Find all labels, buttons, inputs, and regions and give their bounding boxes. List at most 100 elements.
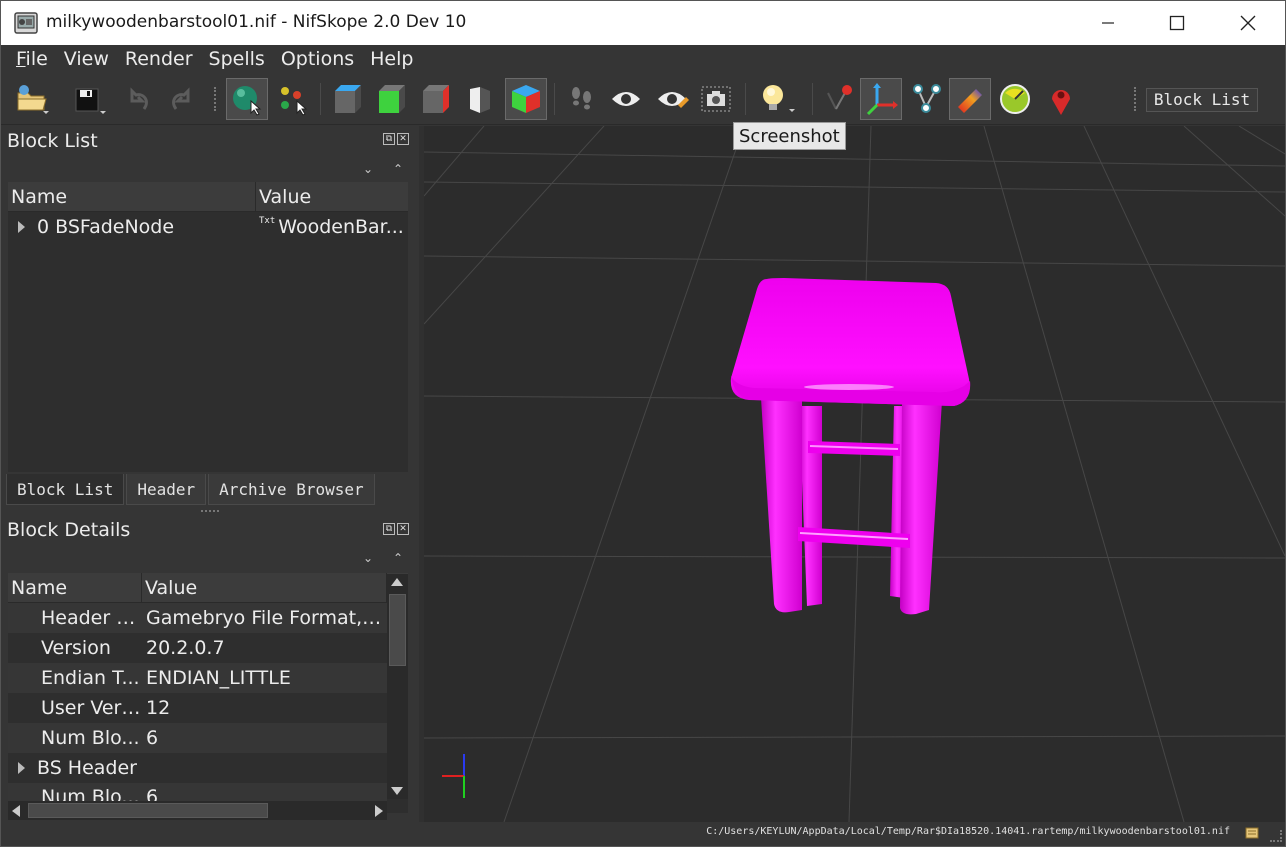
- float-dock-button[interactable]: ⧉: [383, 523, 395, 535]
- details-horizontal-scrollbar[interactable]: [8, 801, 387, 820]
- column-name[interactable]: Name: [8, 182, 256, 211]
- scroll-up-icon[interactable]: [391, 578, 403, 586]
- lighting-button[interactable]: [753, 78, 795, 120]
- field-name: Endian T...: [41, 667, 140, 689]
- field-value: ENDIAN_LITTLE: [146, 667, 291, 689]
- field-name: Version: [41, 637, 111, 659]
- left-dock-tabs: Block List Header Archive Browser: [6, 474, 377, 505]
- details-vertical-scrollbar[interactable]: [387, 574, 408, 799]
- perspective-icon: [470, 87, 490, 113]
- draw-normals-button[interactable]: [817, 78, 859, 120]
- pin-normal-icon: [827, 85, 852, 110]
- undo-icon: [130, 87, 148, 110]
- select-vertex-button[interactable]: [272, 78, 314, 120]
- bone-gradient-icon: [958, 89, 982, 113]
- menu-render[interactable]: Render: [117, 45, 201, 73]
- axes-icon: [866, 83, 898, 116]
- expand-arrow-icon[interactable]: [18, 762, 25, 774]
- 3d-viewport[interactable]: [424, 126, 1285, 822]
- walk-mode-button[interactable]: [561, 78, 603, 120]
- block-value: WoodenBar...: [278, 216, 404, 238]
- detail-row[interactable]: BS Header: [8, 753, 387, 783]
- column-name[interactable]: Name: [8, 573, 142, 602]
- scroll-down-icon[interactable]: [391, 787, 403, 795]
- save-file-button[interactable]: [67, 78, 109, 120]
- toolbar-separator: [745, 83, 746, 115]
- show-nodes-button[interactable]: [651, 78, 693, 120]
- block-details-header: Name Value: [8, 573, 408, 603]
- redo-icon: [172, 87, 190, 110]
- view-side-button[interactable]: [414, 78, 456, 120]
- minimize-button[interactable]: [1073, 1, 1143, 45]
- undo-button[interactable]: [117, 78, 159, 120]
- scroll-thumb[interactable]: [28, 803, 268, 818]
- tree-row[interactable]: 0 BSFadeNode Txt WoodenBar...: [8, 212, 408, 242]
- column-value[interactable]: Value: [256, 182, 408, 211]
- menu-file[interactable]: File: [8, 45, 56, 73]
- scroll-right-icon[interactable]: [375, 805, 383, 817]
- detail-row[interactable]: Endian T... ENDIAN_LITTLE: [8, 663, 387, 693]
- splitter-handle[interactable]: [201, 510, 219, 513]
- block-list-tree: Name Value 0 BSFadeNode Txt WoodenBar...: [8, 182, 408, 472]
- resize-grip-icon[interactable]: [1270, 830, 1282, 842]
- toolbar-grip[interactable]: [214, 87, 218, 111]
- view-front-button[interactable]: [370, 78, 412, 120]
- block-list-dock: Block List ⧉ ✕ ⌄ ⌃ Name Value 0 BSFadeNo…: [1, 126, 419, 474]
- sphere-select-icon: [233, 86, 262, 116]
- close-button[interactable]: [1213, 1, 1283, 45]
- block-list-toggle-button[interactable]: Block List: [1146, 88, 1258, 112]
- float-dock-button[interactable]: ⧉: [383, 133, 395, 145]
- view-user-button[interactable]: [505, 78, 547, 120]
- file-info-icon[interactable]: [1245, 826, 1259, 840]
- field-value: 20.2.0.7: [146, 637, 225, 659]
- collapse-all-icon[interactable]: ⌄: [363, 162, 373, 176]
- tab-archive-browser[interactable]: Archive Browser: [208, 474, 375, 505]
- eye-icon: [612, 92, 640, 106]
- show-skeleton-button[interactable]: [905, 78, 947, 120]
- open-file-button[interactable]: [11, 78, 53, 120]
- colored-cube-icon: [512, 85, 540, 113]
- menu-view[interactable]: View: [56, 45, 117, 73]
- field-name: Num Blo...: [41, 727, 140, 749]
- detail-row[interactable]: Header S... Gamebryo File Format, Ve...: [8, 603, 387, 633]
- tab-header[interactable]: Header: [126, 474, 207, 505]
- close-dock-button[interactable]: ✕: [397, 133, 409, 145]
- detail-row[interactable]: Num Blo... 6: [8, 723, 387, 753]
- toolbar-grip[interactable]: [1134, 87, 1138, 111]
- camera-icon: [701, 86, 731, 112]
- view-perspective-button[interactable]: [459, 78, 501, 120]
- column-value[interactable]: Value: [142, 573, 387, 602]
- show-markers-button[interactable]: [1040, 78, 1082, 120]
- show-constraints-button[interactable]: [949, 78, 991, 120]
- maximize-button[interactable]: [1142, 1, 1212, 45]
- show-havok-button[interactable]: [994, 78, 1036, 120]
- nifskope-app-icon: [14, 12, 38, 34]
- menu-options[interactable]: Options: [273, 45, 362, 73]
- detail-row[interactable]: User Vers... 12: [8, 693, 387, 723]
- scroll-left-icon[interactable]: [12, 805, 20, 817]
- detail-row[interactable]: Num Blo... 6: [8, 783, 387, 803]
- detail-row[interactable]: Version 20.2.0.7: [8, 633, 387, 663]
- screenshot-button[interactable]: [695, 78, 737, 120]
- open-folder-icon: [17, 85, 49, 114]
- barstool-model[interactable]: [730, 278, 971, 615]
- expand-all-icon[interactable]: ⌃: [393, 162, 403, 176]
- toolbar-separator: [554, 83, 555, 115]
- show-axes-button[interactable]: [860, 78, 902, 120]
- expand-arrow-icon[interactable]: [18, 221, 25, 233]
- close-dock-button[interactable]: ✕: [397, 523, 409, 535]
- menu-help[interactable]: Help: [362, 45, 421, 73]
- close-icon: [1240, 15, 1256, 31]
- show-hidden-button[interactable]: [605, 78, 647, 120]
- expand-all-icon[interactable]: ⌃: [393, 551, 403, 565]
- menu-spells[interactable]: Spells: [201, 45, 273, 73]
- view-top-button[interactable]: [326, 78, 368, 120]
- block-list-header: Name Value: [8, 182, 408, 212]
- redo-button[interactable]: [161, 78, 203, 120]
- viewport-canvas[interactable]: [424, 126, 1285, 822]
- select-object-button[interactable]: [226, 78, 268, 120]
- tab-block-list[interactable]: Block List: [6, 474, 125, 505]
- menu-file-label: ile: [25, 48, 48, 70]
- scroll-thumb[interactable]: [389, 594, 406, 666]
- collapse-all-icon[interactable]: ⌄: [363, 551, 373, 565]
